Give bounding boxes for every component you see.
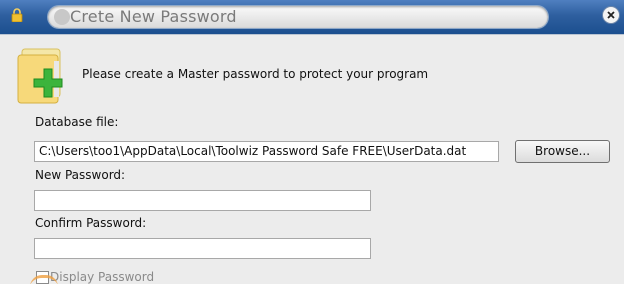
create-password-dialog: Crete New Password Please create a Maste… (0, 0, 624, 284)
dialog-content: Please create a Master password to prote… (0, 34, 624, 284)
window-title: Crete New Password (70, 7, 237, 26)
close-icon (607, 11, 615, 19)
database-file-label: Database file: (35, 115, 119, 129)
new-password-field[interactable] (34, 190, 371, 211)
swoosh-decoration (54, 9, 70, 25)
confirm-password-field[interactable] (34, 238, 371, 259)
title-bar[interactable]: Crete New Password (0, 0, 624, 34)
close-button[interactable] (603, 7, 619, 23)
new-password-label: New Password: (35, 168, 126, 182)
lock-icon (11, 8, 23, 22)
browse-button[interactable]: Browse... (515, 140, 610, 163)
intro-message: Please create a Master password to prote… (82, 67, 429, 81)
display-password-label[interactable]: Display Password (50, 270, 154, 284)
database-file-field[interactable]: C:\Users\too1\AppData\Local\Toolwiz Pass… (34, 141, 499, 162)
confirm-password-label: Confirm Password: (35, 216, 147, 230)
folder-add-icon (17, 48, 63, 104)
